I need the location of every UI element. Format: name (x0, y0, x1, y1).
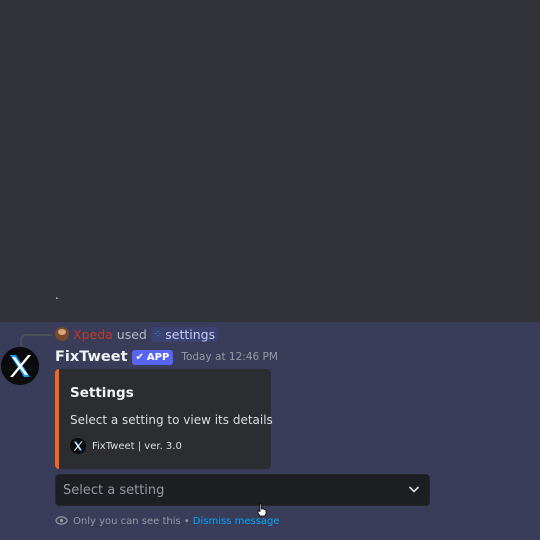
ephemeral-notice: Only you can see this • Dismiss message (55, 514, 280, 529)
slash-command-icon: ⁘ (153, 328, 163, 340)
app-badge-label: APP (146, 351, 170, 363)
command-mention[interactable]: ⁘ settings (150, 326, 219, 342)
settings-embed: Settings Select a setting to view its de… (55, 369, 273, 469)
check-icon: ✔ (135, 351, 144, 363)
app-badge: ✔ APP (131, 349, 174, 365)
select-placeholder: Select a setting (63, 482, 165, 498)
author-name[interactable]: FixTweet (55, 349, 128, 365)
message-timestamp: Today at 12:46 PM (181, 351, 278, 363)
embed-footer-text: FixTweet | ver. 3.0 (92, 440, 182, 452)
settings-select-menu[interactable]: Select a setting (55, 474, 430, 506)
chevron-down-icon (407, 481, 421, 500)
dismiss-message-link[interactable]: Dismiss message (193, 516, 280, 527)
message-header: FixTweet ✔ APP Today at 12:46 PM (55, 347, 278, 367)
reply-spine (20, 334, 52, 346)
x-logo-icon (1, 347, 39, 385)
bot-avatar[interactable] (1, 347, 39, 385)
reply-username[interactable]: Xpeda (73, 327, 113, 342)
prior-message: . (55, 288, 59, 302)
ephemeral-text: Only you can see this • (73, 516, 190, 527)
command-reply-context: Xpeda used ⁘ settings (55, 326, 219, 342)
chat-history-area (0, 0, 540, 322)
command-name: settings (165, 326, 216, 342)
embed-description: Select a setting to view its details (70, 413, 273, 427)
footer-logo-icon (70, 438, 86, 454)
embed-footer: FixTweet | ver. 3.0 (70, 437, 182, 455)
eye-icon (55, 514, 68, 530)
embed-title: Settings (70, 385, 134, 401)
user-mini-avatar[interactable] (55, 327, 69, 341)
reply-used-text: used (116, 326, 147, 342)
